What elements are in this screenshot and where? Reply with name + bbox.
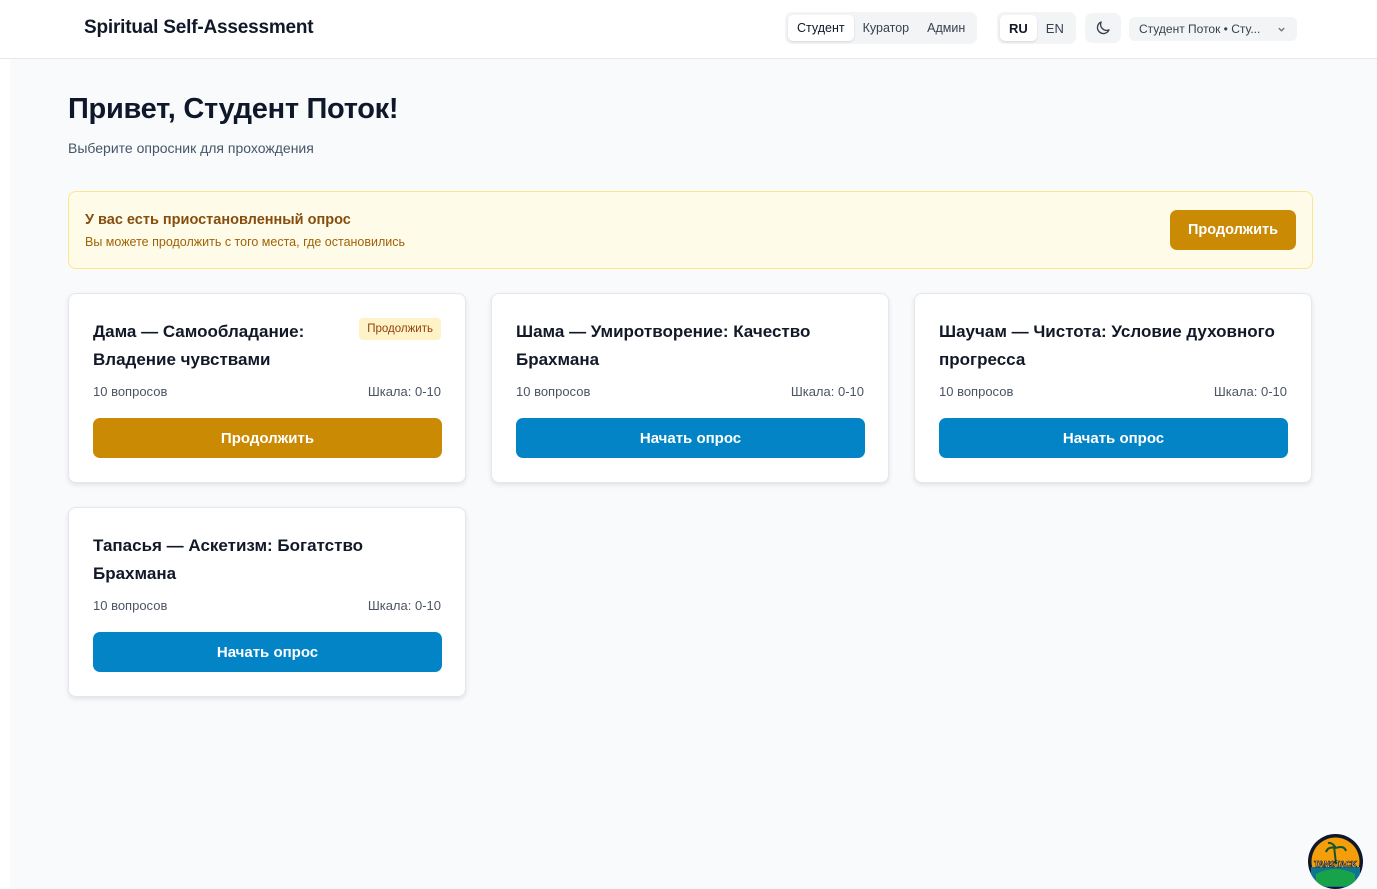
role-student-tab[interactable]: Студент: [788, 15, 854, 41]
paused-survey-banner: У вас есть приостановленный опрос Вы мож…: [68, 191, 1313, 269]
continue-survey-button[interactable]: Продолжить: [93, 418, 442, 458]
top-bar: Spiritual Self-Assessment Студент Курато…: [0, 0, 1377, 59]
banner-continue-button[interactable]: Продолжить: [1170, 210, 1296, 250]
language-ru-button[interactable]: RU: [1000, 15, 1037, 41]
app-title[interactable]: Spiritual Self-Assessment: [84, 17, 314, 39]
question-count: 10 вопросов: [93, 384, 168, 399]
survey-card-tapasya: Тапасья — Аскетизм: Богатство Брахмана 1…: [68, 507, 466, 697]
window-edge: [0, 0, 10, 889]
language-en-button[interactable]: EN: [1037, 15, 1073, 41]
page-title: Привет, Студент Поток!: [68, 93, 399, 125]
language-switcher: RU EN: [997, 12, 1076, 44]
theme-toggle-button[interactable]: [1085, 13, 1121, 43]
scale-label: Шкала: 0-10: [367, 384, 441, 399]
role-switcher: Студент Куратор Админ: [785, 12, 978, 44]
survey-title: Дама — Самообладание: Владение чувствами: [93, 322, 305, 369]
moon-icon: [1096, 21, 1110, 35]
start-survey-button[interactable]: Начать опрос: [93, 632, 442, 672]
scale-label: Шкала: 0-10: [367, 598, 441, 613]
question-count: 10 вопросов: [939, 384, 1014, 399]
question-count: 10 вопросов: [93, 598, 168, 613]
user-select[interactable]: Студент Поток • Сту...: [1129, 17, 1297, 41]
page-subtitle: Выберите опросник для прохождения: [68, 140, 314, 156]
tanstack-label: TANSTACK: [1314, 860, 1357, 869]
survey-title: Тапасья — Аскетизм: Богатство Брахмана: [93, 536, 364, 583]
scale-label: Шкала: 0-10: [790, 384, 864, 399]
start-survey-button[interactable]: Начать опрос: [939, 418, 1288, 458]
survey-title: Шама — Умиротворение: Качество Брахмана: [516, 322, 811, 369]
banner-title: У вас есть приостановленный опрос: [85, 212, 351, 228]
scale-label: Шкала: 0-10: [1213, 384, 1287, 399]
survey-card-shaucham: Шаучам — Чистота: Условие духовного прог…: [914, 293, 1312, 483]
status-badge: Продолжить: [359, 318, 441, 340]
start-survey-button[interactable]: Начать опрос: [516, 418, 865, 458]
user-select-value: Студент Поток • Сту...: [1139, 22, 1261, 36]
chevron-down-icon: [1275, 23, 1287, 35]
role-admin-tab[interactable]: Админ: [918, 15, 974, 41]
tanstack-devtools-button[interactable]: TANSTACK: [1308, 834, 1363, 889]
banner-text: Вы можете продолжить с того места, где о…: [85, 235, 406, 249]
survey-title: Шаучам — Чистота: Условие духовного прог…: [939, 322, 1275, 369]
question-count: 10 вопросов: [516, 384, 591, 399]
tanstack-logo-icon: TANSTACK: [1308, 834, 1363, 889]
survey-card-dama: Дама — Самообладание: Владение чувствами…: [68, 293, 466, 483]
role-curator-tab[interactable]: Куратор: [854, 15, 919, 41]
survey-card-shama: Шама — Умиротворение: Качество Брахмана …: [491, 293, 889, 483]
